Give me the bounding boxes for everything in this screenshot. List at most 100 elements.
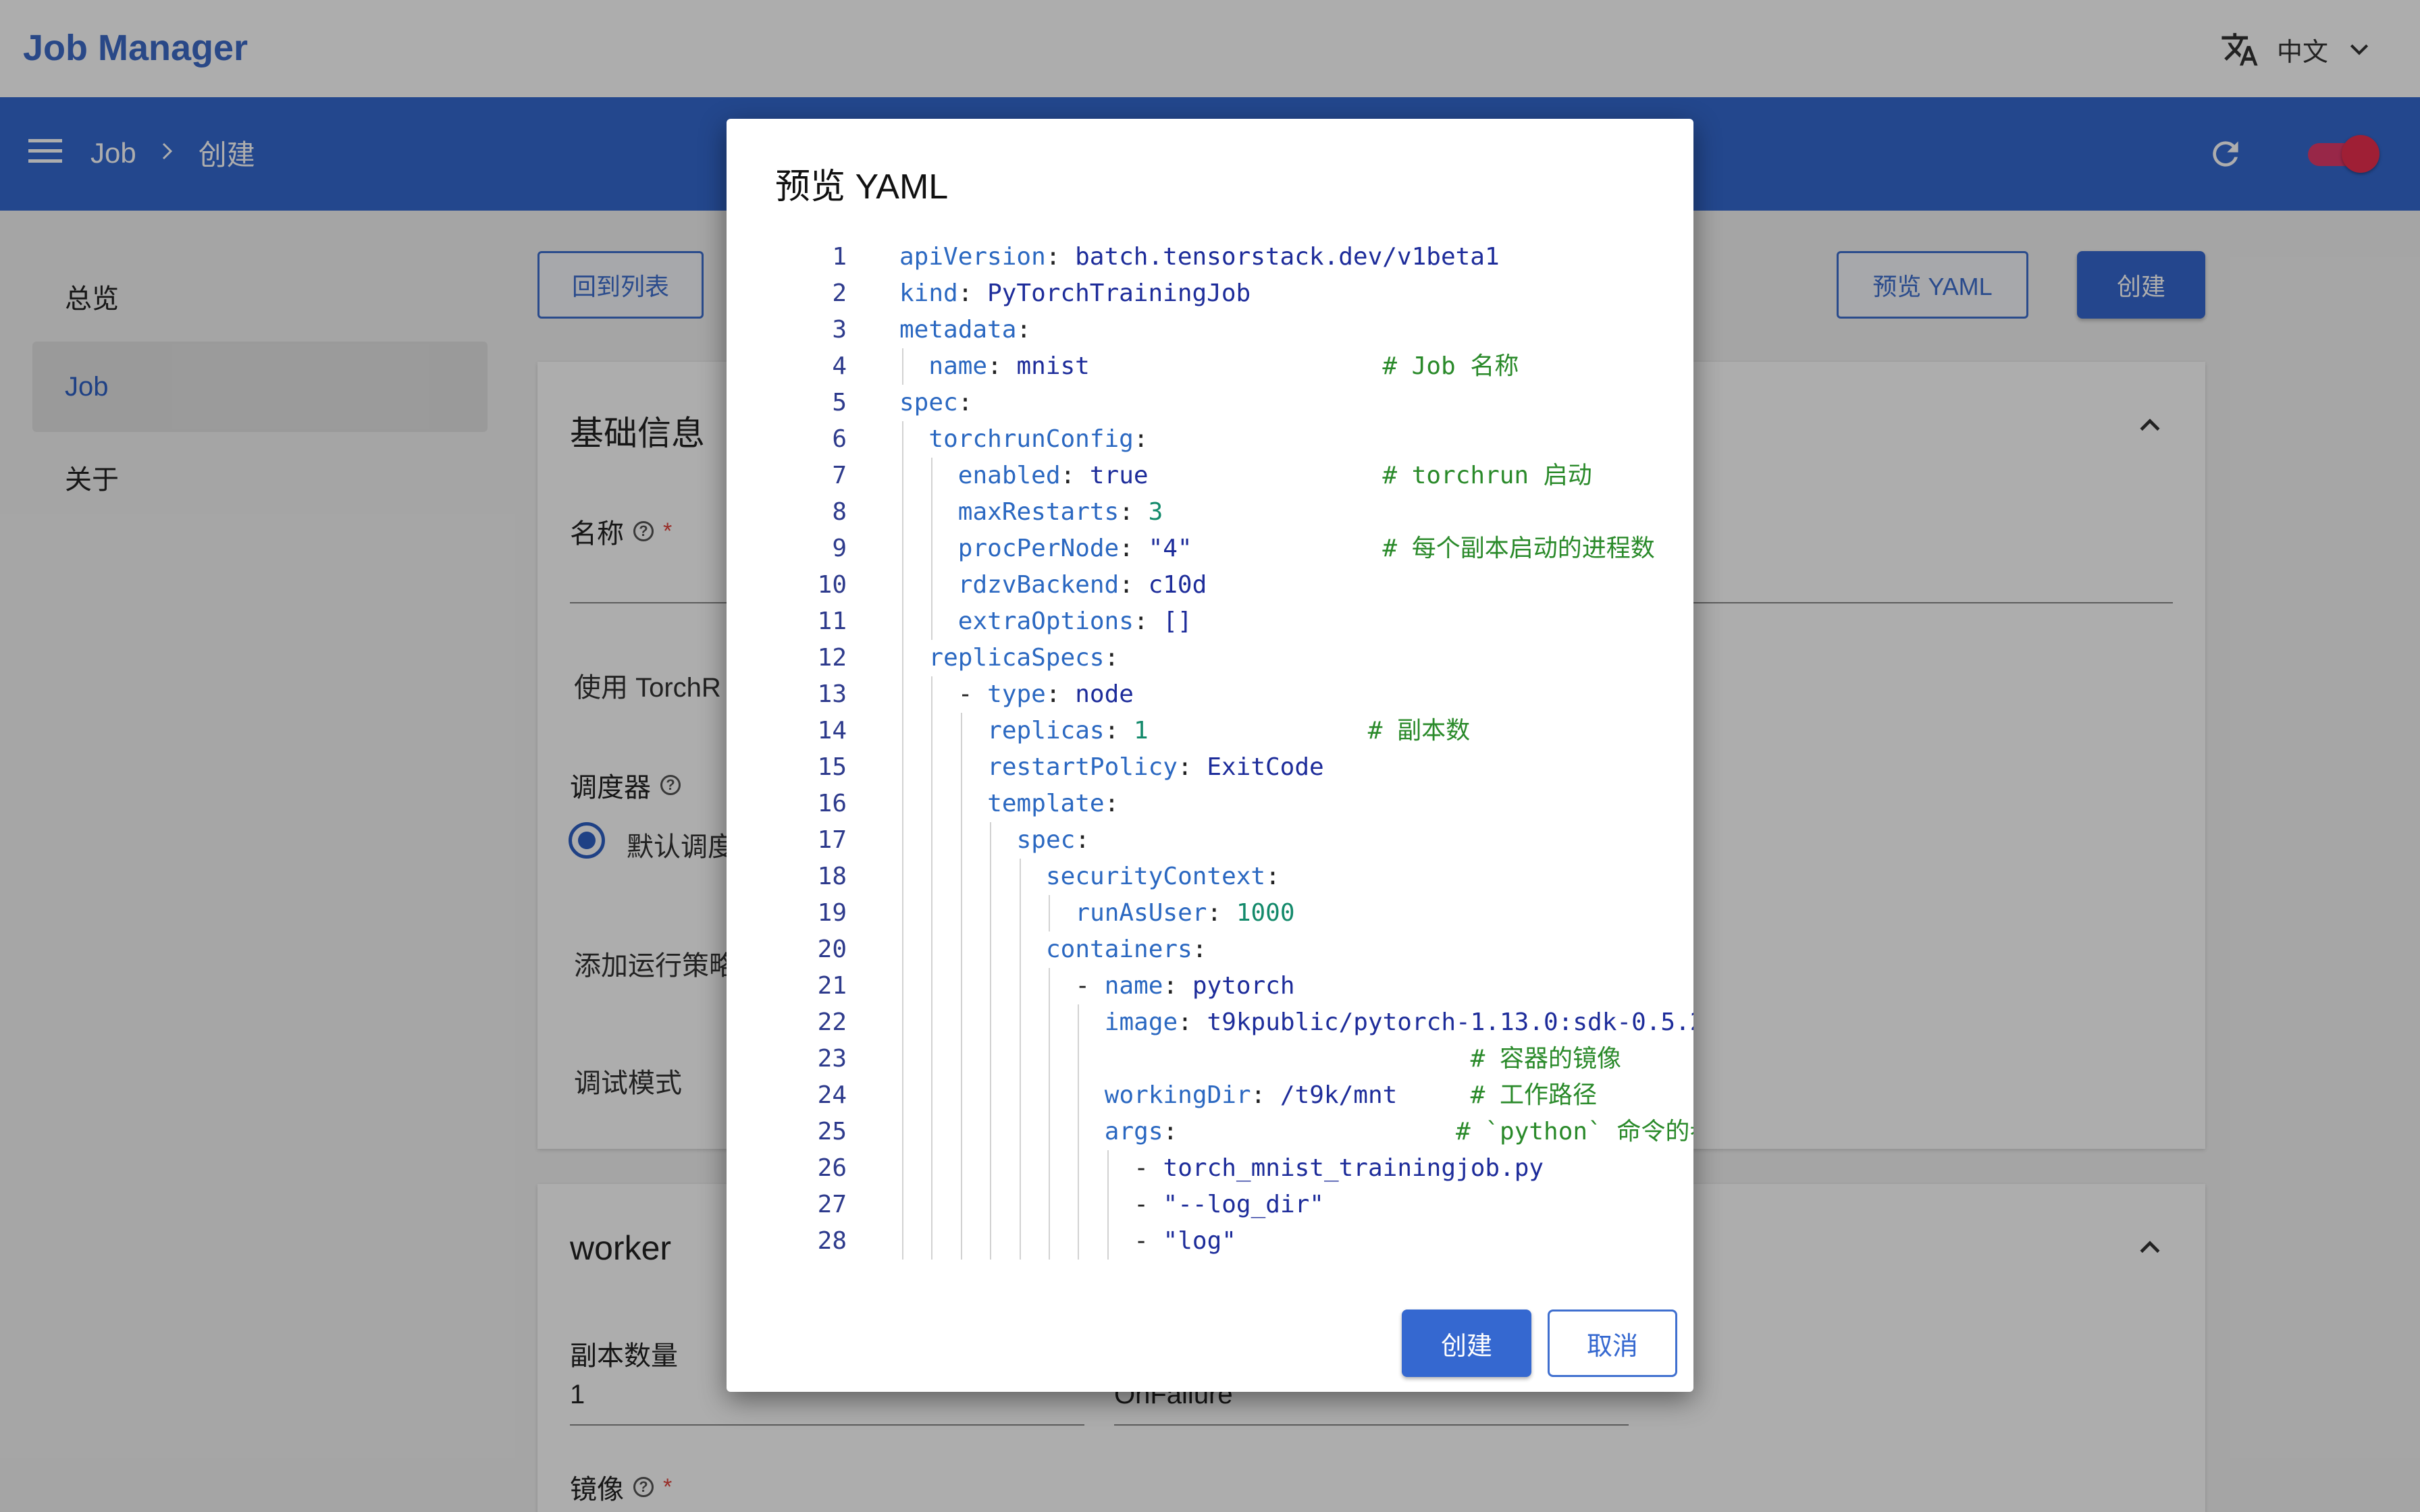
indent-guide [990,1077,992,1114]
indent-guide [960,822,962,859]
code-token: # 容器的镜像 [1470,1045,1622,1073]
indent-guide [902,749,903,786]
code-text: workingDir: /t9k/mnt # 工作路径 [1105,1077,1597,1114]
indent-guide [931,895,933,932]
code-token: "--log_dir" [1163,1191,1324,1218]
indent-guide [990,859,992,895]
code-line: 7 enabled: true # torchrun 启动 [727,458,1693,494]
indent-guide [931,676,933,713]
code-line: 21 - name: pytorch [727,968,1693,1004]
code-token: image [1104,1008,1178,1036]
code-token: spec [1016,826,1076,854]
indent-guide [990,968,992,1004]
code-token: spec [899,389,958,416]
indent-guide [1078,1004,1080,1041]
indent-guide [902,822,903,859]
code-line: 4 name: mnist # Job 名称 [727,348,1693,385]
indent-guide [1019,859,1021,895]
code-token: : [1045,243,1076,271]
line-number: 19 [817,899,847,927]
indent-guide [1107,1223,1109,1260]
line-number: 18 [817,863,847,890]
code-token: : [1016,316,1032,344]
code-token: - [1134,1154,1163,1182]
indent-guide [902,567,903,603]
indent-guide [1019,1041,1021,1077]
code-line: 23 # 容器的镜像 [727,1041,1693,1077]
code-line: 8 maxRestarts: 3 [727,494,1693,531]
indent-guide [931,458,933,494]
code-text: args: # `python` 命令的参数 [1105,1114,1693,1150]
indent-guide [1019,895,1021,932]
line-number: 2 [832,279,847,307]
code-line: 9 procPerNode: "4" # 每个副本启动的进程数 [727,531,1693,567]
code-line: 24 workingDir: /t9k/mnt # 工作路径 [727,1077,1693,1114]
line-number: 8 [832,498,847,526]
code-token: pytorch [1192,972,1295,1000]
indent-guide [902,713,903,749]
indent-guide [1019,968,1021,1004]
code-text: metadata: [899,312,1031,348]
code-text: extraOptions: [] [958,603,1192,640]
code-line: 16 template: [727,786,1693,822]
indent-guide [902,1150,903,1187]
code-token: : [1045,680,1076,708]
code-text: spec: [1017,822,1090,859]
line-number: 7 [832,462,847,489]
code-token: 3 [1148,498,1163,526]
code-token: : [987,352,1017,380]
code-token: containers [1046,936,1192,963]
code-token: - [1134,1227,1163,1255]
code-token: PyTorchTrainingJob [987,279,1251,307]
code-token: : [1163,972,1192,1000]
indent-guide [902,421,903,458]
code-token: : [1163,1118,1178,1145]
code-token: replicaSpecs [928,644,1105,672]
code-line: 15 restartPolicy: ExitCode [727,749,1693,786]
code-token: enabled [957,462,1061,489]
line-number: 14 [817,717,847,745]
indent-guide [931,859,933,895]
indent-guide [1019,1004,1021,1041]
code-text: replicaSpecs: [928,640,1119,676]
code-token: "log" [1163,1227,1236,1255]
code-line: 22 image: t9kpublic/pytorch-1.13.0:sdk-0.… [727,1004,1693,1041]
dialog-cancel-button[interactable]: 取消 [1548,1310,1677,1377]
indent-guide [902,968,903,1004]
line-number: 9 [832,535,847,562]
indent-guide [1049,1187,1050,1223]
code-line: 12 replicaSpecs: [727,640,1693,676]
code-line: 14 replicas: 1 # 副本数 [727,713,1693,749]
code-line: 1 apiVersion: batch.tensorstack.dev/v1bet… [727,239,1693,275]
indent-guide [960,749,962,786]
code-line: 26 - torch_mnist_trainingjob.py [727,1150,1693,1187]
line-number: 20 [817,936,847,963]
code-token: procPerNode [957,535,1120,562]
indent-guide [902,1187,903,1223]
code-token: batch.tensorstack.dev/v1beta1 [1075,243,1500,271]
indent-guide [990,1114,992,1150]
line-number: 23 [817,1045,847,1073]
indent-guide [960,713,962,749]
code-token: : [957,279,988,307]
indent-guide [931,713,933,749]
dialog-create-button[interactable]: 创建 [1402,1310,1531,1377]
code-line: 6 torchrunConfig: [727,421,1693,458]
indent-guide [902,603,903,640]
indent-guide [931,1077,933,1114]
indent-guide [931,749,933,786]
indent-guide [902,640,903,676]
code-line: 10 rdzvBackend: c10d [727,567,1693,603]
code-token: template [987,790,1105,817]
code-text: containers: [1046,932,1207,968]
indent-guide [1107,1187,1109,1223]
code-token: : [1133,425,1149,453]
code-text: torchrunConfig: [928,421,1148,458]
yaml-code-view[interactable]: 1 apiVersion: batch.tensorstack.dev/v1bet… [727,239,1693,1370]
indent-guide [990,1223,992,1260]
indent-guide [1078,1150,1080,1187]
